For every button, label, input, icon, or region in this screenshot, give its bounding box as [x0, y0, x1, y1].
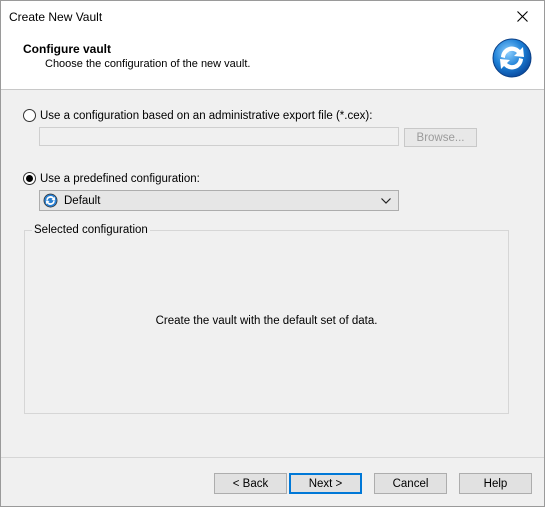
cancel-button[interactable]: Cancel: [374, 473, 447, 494]
wizard-header: Configure vault Choose the configuration…: [1, 32, 544, 90]
footer-divider: [1, 457, 544, 458]
radio-selected-dot: [26, 175, 33, 182]
create-vault-dialog: Create New Vault Configure vault Choose …: [0, 0, 545, 507]
export-file-radio[interactable]: [23, 109, 36, 122]
export-file-option[interactable]: Use a configuration based on an administ…: [23, 109, 372, 122]
config-sync-icon: [43, 193, 58, 208]
help-button[interactable]: Help: [459, 473, 532, 494]
predefined-option[interactable]: Use a predefined configuration:: [23, 172, 200, 185]
next-button[interactable]: Next >: [289, 473, 362, 494]
selected-configuration-label: Selected configuration: [32, 224, 150, 236]
export-file-label: Use a configuration based on an administ…: [40, 109, 373, 122]
predefined-config-select[interactable]: Default: [39, 190, 399, 211]
close-button[interactable]: [500, 1, 544, 32]
back-button[interactable]: < Back: [214, 473, 287, 494]
close-icon: [516, 11, 528, 22]
predefined-label: Use a predefined configuration:: [40, 172, 200, 185]
page-title: Configure vault: [23, 42, 112, 56]
export-file-path-input[interactable]: [39, 127, 399, 146]
browse-button[interactable]: Browse...: [404, 128, 477, 147]
configuration-description: Create the vault with the default set of…: [155, 315, 378, 327]
predefined-radio[interactable]: [23, 172, 36, 185]
title-bar: Create New Vault: [1, 1, 544, 32]
selected-config-value: Default: [64, 194, 101, 207]
vault-sync-icon: [492, 38, 532, 78]
window-title: Create New Vault: [9, 10, 103, 24]
chevron-down-icon: [378, 197, 394, 204]
page-subtitle: Choose the configuration of the new vaul…: [45, 58, 251, 70]
